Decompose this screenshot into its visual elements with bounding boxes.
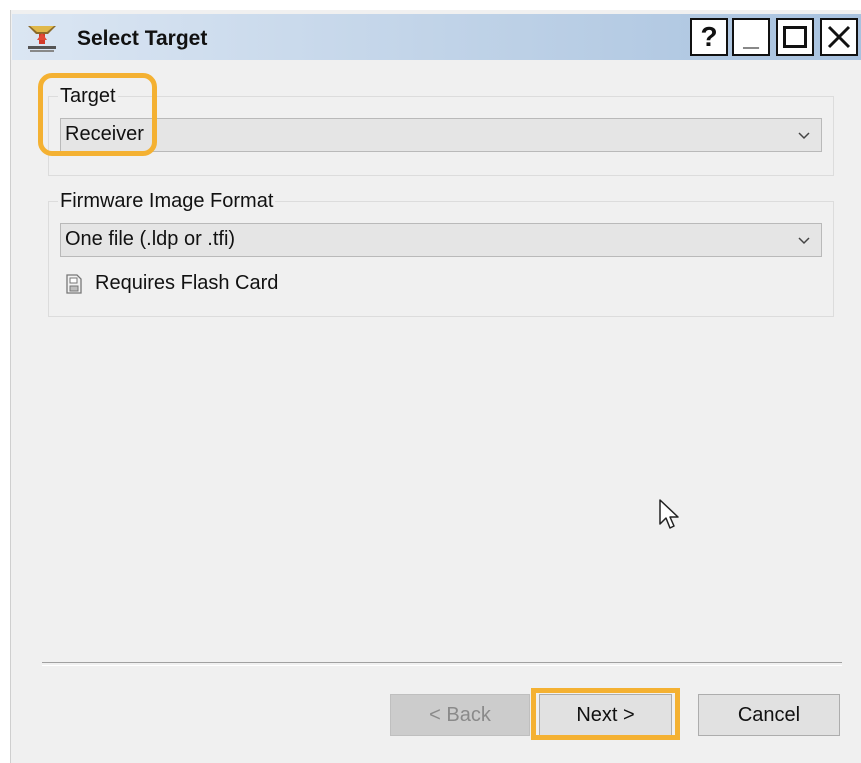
mouse-cursor-icon — [659, 499, 679, 529]
maximize-button[interactable] — [776, 18, 814, 56]
receiver-antenna-icon — [28, 26, 56, 52]
chevron-down-icon — [798, 132, 810, 140]
cancel-button-label: Cancel — [737, 703, 801, 726]
close-icon — [827, 25, 851, 49]
firmware-group — [48, 201, 834, 317]
firmware-format-combobox[interactable]: One file (.ldp or .tfi) — [60, 223, 822, 257]
firmware-format-combobox-value: One file (.ldp or .tfi) — [65, 228, 236, 250]
button-separator — [42, 662, 842, 666]
flash-card-icon — [66, 274, 82, 294]
firmware-group-label: Firmware Image Format — [58, 190, 276, 213]
minimize-button[interactable]: _ — [732, 18, 770, 56]
back-button-label: < Back — [429, 703, 491, 726]
help-button[interactable]: ? — [690, 18, 728, 56]
back-button[interactable]: < Back — [390, 694, 530, 736]
next-button[interactable]: Next > — [539, 694, 672, 736]
target-group-label: Target — [58, 85, 118, 108]
requires-flash-card-label: Requires Flash Card — [95, 272, 279, 294]
target-combobox[interactable]: Receiver — [60, 118, 822, 152]
help-button-label: ? — [700, 21, 718, 52]
chevron-down-icon — [798, 237, 810, 245]
maximize-icon — [783, 26, 807, 48]
dialog-title: Select Target — [77, 27, 208, 50]
target-combobox-value: Receiver — [65, 123, 144, 145]
minimize-button-label: _ — [743, 20, 759, 51]
close-button[interactable] — [820, 18, 858, 56]
cancel-button[interactable]: Cancel — [698, 694, 840, 736]
next-button-label: Next > — [576, 703, 635, 726]
